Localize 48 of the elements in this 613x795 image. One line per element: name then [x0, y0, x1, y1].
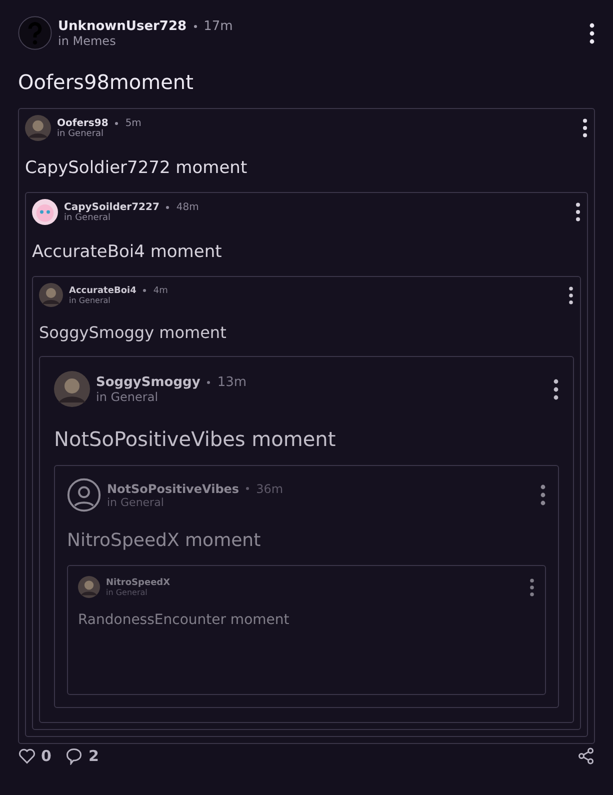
post-time: 13m	[217, 374, 247, 390]
share-icon[interactable]	[577, 747, 595, 765]
post-text: AccurateBoi4 moment	[32, 242, 223, 262]
more-options-icon[interactable]	[589, 22, 595, 44]
post-text: NitroSpeedX moment	[67, 530, 262, 551]
community-label: in General	[107, 496, 165, 508]
community-label: in General	[69, 296, 112, 304]
avatar-icon	[67, 478, 101, 512]
author-name[interactable]: NotSoPositiveVibes	[107, 482, 240, 496]
avatar-icon	[25, 115, 51, 141]
avatar-icon	[78, 576, 100, 598]
author-name[interactable]: NitroSpeedX	[106, 578, 170, 588]
post-text: Oofers98moment	[18, 70, 194, 94]
post-text: SoggySmoggy moment	[39, 323, 228, 342]
more-options-icon[interactable]	[553, 378, 559, 400]
post-text: CapySoldier7272 moment	[25, 158, 248, 178]
author-name[interactable]: SoggySmoggy	[96, 374, 200, 390]
avatar-icon	[54, 371, 90, 407]
more-options-icon[interactable]	[582, 118, 588, 138]
community-label: in Memes	[58, 34, 117, 48]
author-name[interactable]: AccurateBoi4	[69, 286, 136, 296]
separator-dot	[115, 122, 118, 124]
post-text: NotSoPositiveVibes moment	[54, 427, 337, 451]
community-label: in General	[57, 128, 105, 138]
avatar-icon	[39, 283, 63, 307]
comment-button[interactable]: 2	[65, 747, 99, 765]
avatar-icon	[18, 16, 52, 50]
separator-dot	[143, 289, 146, 292]
separator-dot	[246, 487, 250, 490]
community-label: in General	[64, 212, 112, 222]
separator-dot	[207, 380, 210, 384]
more-options-icon[interactable]	[568, 286, 574, 304]
post-text: RandonessEncounter moment	[78, 612, 290, 628]
post-time: 17m	[204, 18, 233, 34]
post-time: 4m	[153, 286, 168, 296]
post-time: 48m	[176, 202, 199, 212]
post-time: 5m	[125, 118, 142, 128]
community-label: in General	[106, 588, 148, 596]
author-name[interactable]: UnknownUser728	[58, 18, 187, 34]
post-time: 36m	[256, 482, 284, 496]
like-button[interactable]: 0	[18, 747, 52, 765]
separator-dot	[194, 24, 197, 28]
community-label: in General	[96, 390, 160, 404]
separator-dot	[166, 206, 170, 208]
author-name[interactable]: Oofers98	[57, 118, 108, 128]
author-name[interactable]: CapySoilder7227	[64, 202, 160, 212]
more-options-icon[interactable]	[575, 202, 581, 222]
avatar-icon	[32, 199, 58, 225]
